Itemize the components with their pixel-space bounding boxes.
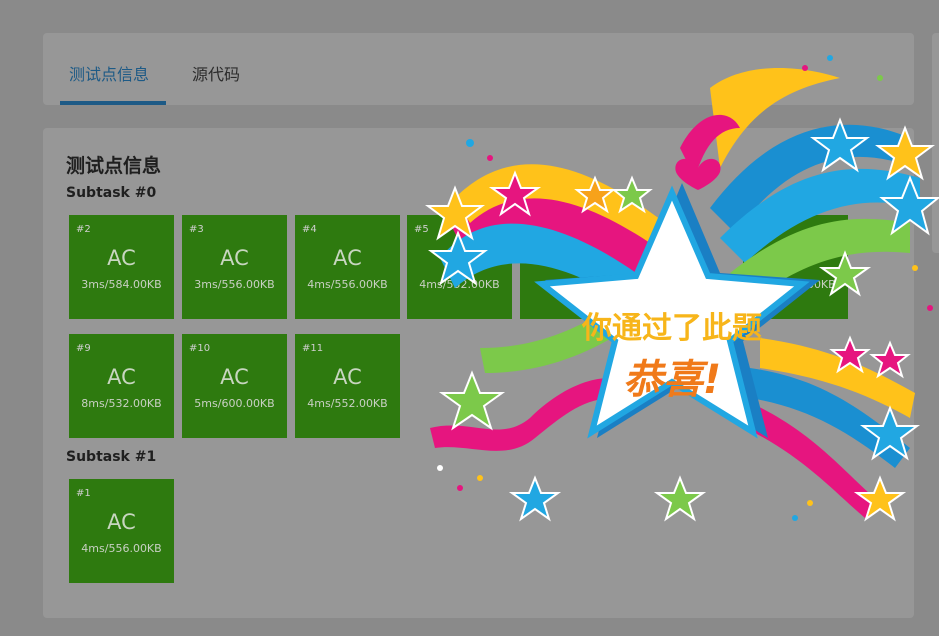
testcase-status: AC <box>107 365 136 389</box>
testcase-time-memory: 3ms/556.00KB <box>194 278 275 291</box>
confetti-dot <box>437 465 443 471</box>
testcase-card[interactable]: #3 AC 3ms/556.00KB <box>182 215 287 319</box>
testcase-number: #10 <box>189 343 211 354</box>
testcase-time-memory: 3ms/584.00KB <box>81 278 162 291</box>
testcase-card[interactable]: #4 AC 4ms/556.00KB <box>295 215 400 319</box>
testcase-status: AC <box>220 246 249 270</box>
congrats-text: 恭喜! <box>623 357 721 403</box>
testcase-number: #11 <box>302 343 324 354</box>
testcase-card[interactable]: #11 AC 4ms/552.00KB <box>295 334 400 438</box>
testcase-number: #2 <box>76 224 91 235</box>
active-tab-indicator <box>60 101 166 105</box>
testcase-number: #9 <box>76 343 91 354</box>
confetti-dot <box>487 155 493 161</box>
tab-source-code[interactable]: 源代码 <box>192 61 240 85</box>
testcase-card[interactable]: #1 AC 4ms/556.00KB <box>69 479 174 583</box>
testcase-card[interactable]: #10 AC 5ms/600.00KB <box>182 334 287 438</box>
testcase-number: #4 <box>302 224 317 235</box>
testcase-time-memory: 4ms/556.00KB <box>81 542 162 555</box>
small-star-icon <box>653 475 707 522</box>
subtask-title: Subtask #0 <box>66 185 157 201</box>
confetti-dot <box>802 65 808 71</box>
celebration-overlay: 你通过了此题 恭喜! <box>425 55 939 522</box>
testcase-number: #3 <box>189 224 204 235</box>
confetti-dot <box>807 500 813 506</box>
tab-testcase-info[interactable]: 测试点信息 <box>69 61 149 85</box>
testcase-time-memory: 5ms/600.00KB <box>194 397 275 410</box>
testcase-status: AC <box>333 246 362 270</box>
confetti-dot <box>457 485 463 491</box>
testcase-status: AC <box>220 365 249 389</box>
confetti-dot <box>792 515 798 521</box>
confetti-dot <box>466 139 474 147</box>
testcase-time-memory: 8ms/532.00KB <box>81 397 162 410</box>
confetti-dot <box>877 75 883 81</box>
testcase-status: AC <box>107 510 136 534</box>
testcase-card[interactable]: #9 AC 8ms/532.00KB <box>69 334 174 438</box>
confetti-dot <box>927 305 933 311</box>
confetti-dot <box>912 265 918 271</box>
testcase-card[interactable]: #2 AC 3ms/584.00KB <box>69 215 174 319</box>
testcase-time-memory: 4ms/552.00KB <box>307 397 388 410</box>
confetti-dot <box>827 55 833 61</box>
small-star-icon <box>438 370 506 431</box>
testcase-number: #1 <box>76 488 91 499</box>
testcase-status: AC <box>333 365 362 389</box>
testcase-time-memory: 4ms/556.00KB <box>307 278 388 291</box>
subtask-title: Subtask #1 <box>66 449 157 465</box>
confetti-dot <box>477 475 483 481</box>
small-star-icon <box>869 340 911 379</box>
testcase-status: AC <box>107 246 136 270</box>
section-title: 测试点信息 <box>66 155 162 177</box>
small-star-icon <box>508 475 562 522</box>
celebration-message: 你通过了此题 <box>581 311 762 346</box>
